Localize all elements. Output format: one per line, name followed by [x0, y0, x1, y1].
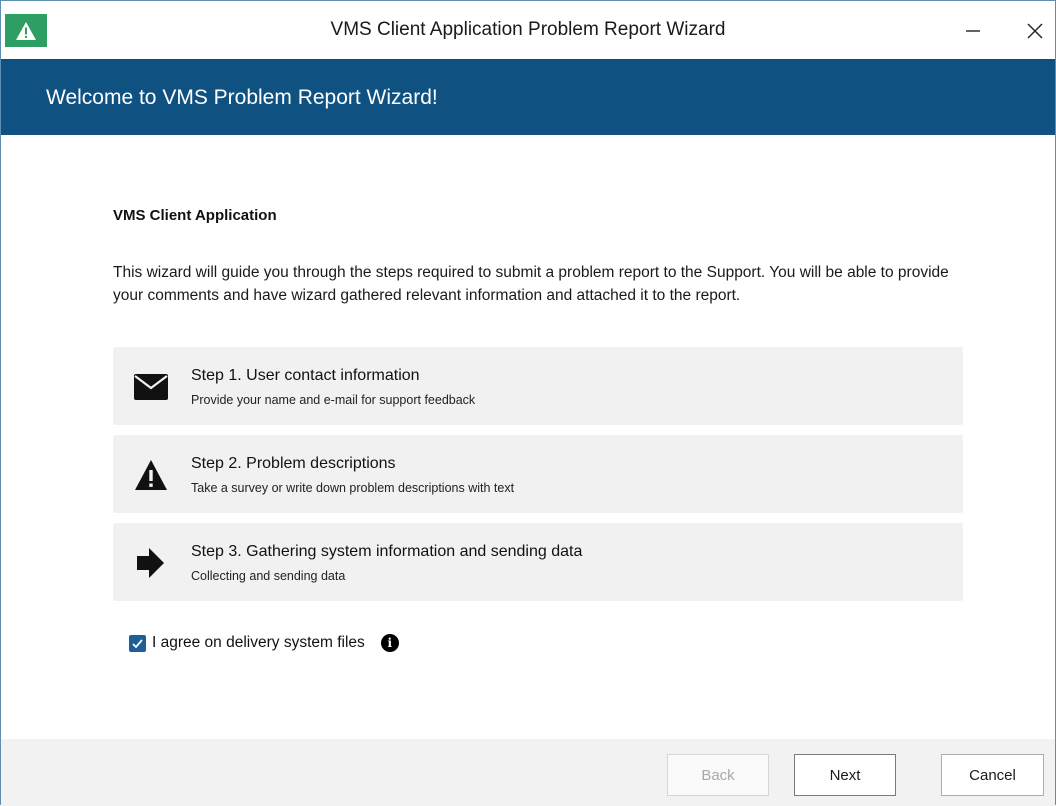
minimize-button[interactable] — [951, 13, 995, 49]
step-description: Take a survey or write down problem desc… — [191, 481, 515, 495]
step-problem-descriptions: Step 2. Problem descriptions Take a surv… — [113, 435, 963, 513]
cancel-button[interactable]: Cancel — [941, 754, 1044, 796]
warning-triangle-icon — [133, 457, 169, 493]
step-title: Step 1. User contact information — [191, 367, 420, 384]
title-bar: VMS Client Application Problem Report Wi… — [1, 1, 1055, 58]
agree-label[interactable]: I agree on delivery system files — [152, 634, 365, 652]
wizard-window: VMS Client Application Problem Report Wi… — [0, 0, 1056, 806]
checkmark-icon — [132, 638, 143, 648]
intro-text: This wizard will guide you through the s… — [113, 264, 949, 304]
agree-row: I agree on delivery system files i — [129, 631, 399, 655]
agree-checkbox[interactable] — [129, 634, 146, 652]
section-title: VMS Client Application — [113, 207, 277, 224]
step-title: Step 2. Problem descriptions — [191, 455, 396, 472]
back-button[interactable]: Back — [667, 754, 769, 796]
close-icon — [1027, 23, 1043, 39]
step-description: Collecting and sending data — [191, 569, 346, 583]
step-title: Step 3. Gathering system information and… — [191, 543, 583, 560]
step-description: Provide your name and e-mail for support… — [191, 393, 476, 407]
envelope-icon — [133, 369, 169, 405]
header-title: Welcome to VMS Problem Report Wizard! — [46, 86, 438, 109]
next-button[interactable]: Next — [794, 754, 896, 796]
wizard-footer: Back Next Cancel — [1, 739, 1055, 806]
step-user-contact: Step 1. User contact information Provide… — [113, 347, 963, 425]
close-button[interactable] — [1013, 13, 1056, 49]
wizard-header: Welcome to VMS Problem Report Wizard! — [1, 59, 1055, 135]
minimize-icon — [966, 30, 980, 32]
info-icon[interactable]: i — [380, 634, 399, 652]
arrow-right-icon — [133, 545, 169, 581]
step-gathering-data: Step 3. Gathering system information and… — [113, 523, 963, 601]
window-title: VMS Client Application Problem Report Wi… — [330, 19, 726, 40]
